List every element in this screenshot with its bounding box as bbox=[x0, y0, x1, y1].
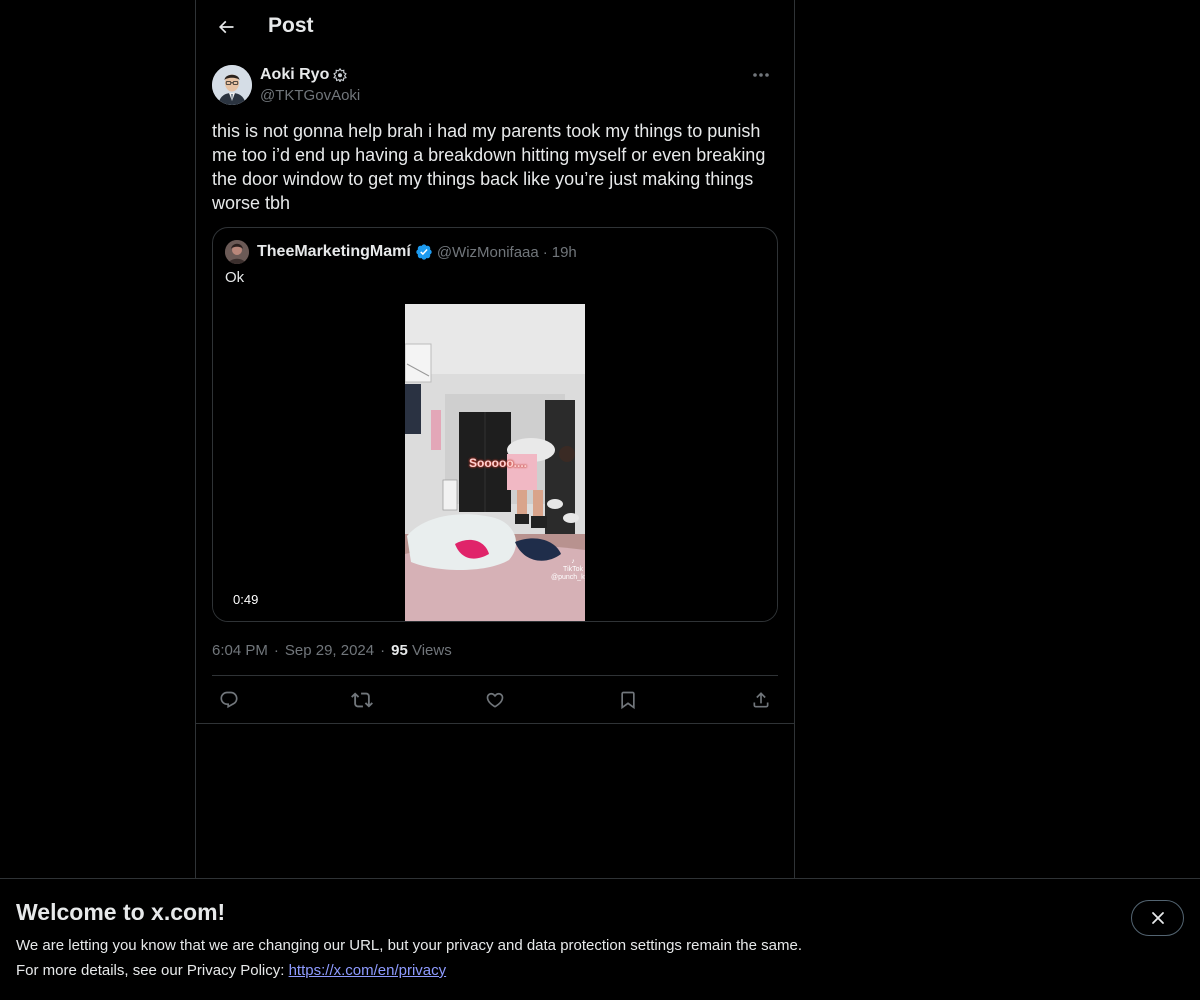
views-count: 95 bbox=[391, 641, 408, 659]
tiktok-logo-icon: ♪ bbox=[571, 558, 575, 565]
author-avatar[interactable] bbox=[212, 65, 252, 105]
post-date[interactable]: Sep 29, 2024 bbox=[285, 642, 374, 659]
banner-message: We are letting you know that we are chan… bbox=[16, 937, 802, 954]
like-button[interactable] bbox=[478, 683, 512, 717]
video-player[interactable]: Sooooo.... ♪ TikTok @punch_kyck 0:49 bbox=[213, 304, 777, 621]
close-banner-button[interactable] bbox=[1131, 900, 1184, 936]
page-title: Post bbox=[268, 14, 314, 37]
separator-dot: · bbox=[380, 641, 386, 659]
back-button[interactable] bbox=[208, 9, 244, 45]
share-icon bbox=[753, 691, 769, 707]
tiktok-watermark-handle: @punch_kyck bbox=[551, 574, 585, 581]
post-time[interactable]: 6:04 PM bbox=[212, 642, 268, 659]
author-handle[interactable]: @TKTGovAoki bbox=[260, 87, 360, 104]
tiktok-watermark-label: TikTok bbox=[563, 566, 584, 573]
quoted-author-avatar bbox=[225, 240, 249, 264]
quoted-post-text: Ok bbox=[225, 269, 245, 286]
verified-badge-icon bbox=[416, 244, 432, 260]
quoted-post[interactable]: TheeMarketingMamí @WizMonifaaa · 19h Ok bbox=[212, 227, 778, 622]
banner-policy-line: For more details, see our Privacy Policy… bbox=[16, 962, 446, 979]
video-duration: 0:49 bbox=[229, 591, 263, 608]
share-button[interactable] bbox=[744, 683, 778, 717]
post-metadata: 6:04 PM · Sep 29, 2024 · 95 Views bbox=[212, 640, 452, 660]
quoted-author-handle: @WizMonifaaa bbox=[436, 243, 539, 261]
privacy-policy-link[interactable]: https://x.com/en/privacy bbox=[289, 962, 447, 979]
post-text: this is not gonna help brah i had my par… bbox=[212, 121, 766, 213]
quoted-avatar-image bbox=[225, 240, 249, 264]
arrow-left-icon bbox=[218, 20, 234, 34]
bookmark-icon bbox=[621, 691, 635, 709]
author-name: Aoki Ryo bbox=[260, 66, 330, 83]
repost-icon bbox=[351, 692, 373, 707]
post-author: Aoki Ryo @TKTGovAoki bbox=[212, 64, 778, 108]
more-options-button[interactable] bbox=[744, 64, 778, 86]
quoted-post-time: 19h bbox=[551, 243, 577, 261]
banner-title: Welcome to x.com! bbox=[16, 899, 226, 925]
views-label: Views bbox=[411, 641, 452, 659]
author-avatar-image bbox=[212, 65, 252, 105]
author-name-row[interactable]: Aoki Ryo bbox=[260, 66, 348, 84]
separator-dot: · bbox=[273, 641, 279, 659]
repost-button[interactable] bbox=[345, 683, 379, 717]
quoted-author-name: TheeMarketingMamí bbox=[257, 243, 411, 260]
post-actions bbox=[212, 676, 778, 723]
government-badge-icon bbox=[333, 68, 348, 82]
reply-icon bbox=[220, 691, 238, 708]
more-horizontal-icon bbox=[753, 73, 769, 77]
header-bar: Post bbox=[196, 0, 794, 54]
bookmark-button[interactable] bbox=[611, 683, 645, 717]
video-overlay-text: Sooooo.... bbox=[469, 456, 527, 470]
like-icon bbox=[486, 692, 504, 708]
separator-dot: · bbox=[542, 243, 548, 261]
close-icon bbox=[1151, 912, 1164, 924]
main-column: Post Aoki Ryo @TKTGovAoki this is not go… bbox=[195, 0, 795, 1000]
quoted-post-header: TheeMarketingMamí @WizMonifaaa · 19h bbox=[225, 240, 577, 264]
video-thumbnail[interactable]: Sooooo.... ♪ TikTok @punch_kyck bbox=[405, 304, 585, 621]
views[interactable]: 95 Views bbox=[391, 642, 452, 659]
welcome-banner: Welcome to x.com! We are letting you kno… bbox=[0, 878, 1200, 1000]
divider bbox=[196, 723, 794, 724]
tiktok-watermark: ♪ TikTok @punch_kyck bbox=[551, 558, 585, 582]
banner-policy-prefix: For more details, see our Privacy Policy… bbox=[16, 962, 289, 979]
reply-button[interactable] bbox=[212, 683, 246, 717]
